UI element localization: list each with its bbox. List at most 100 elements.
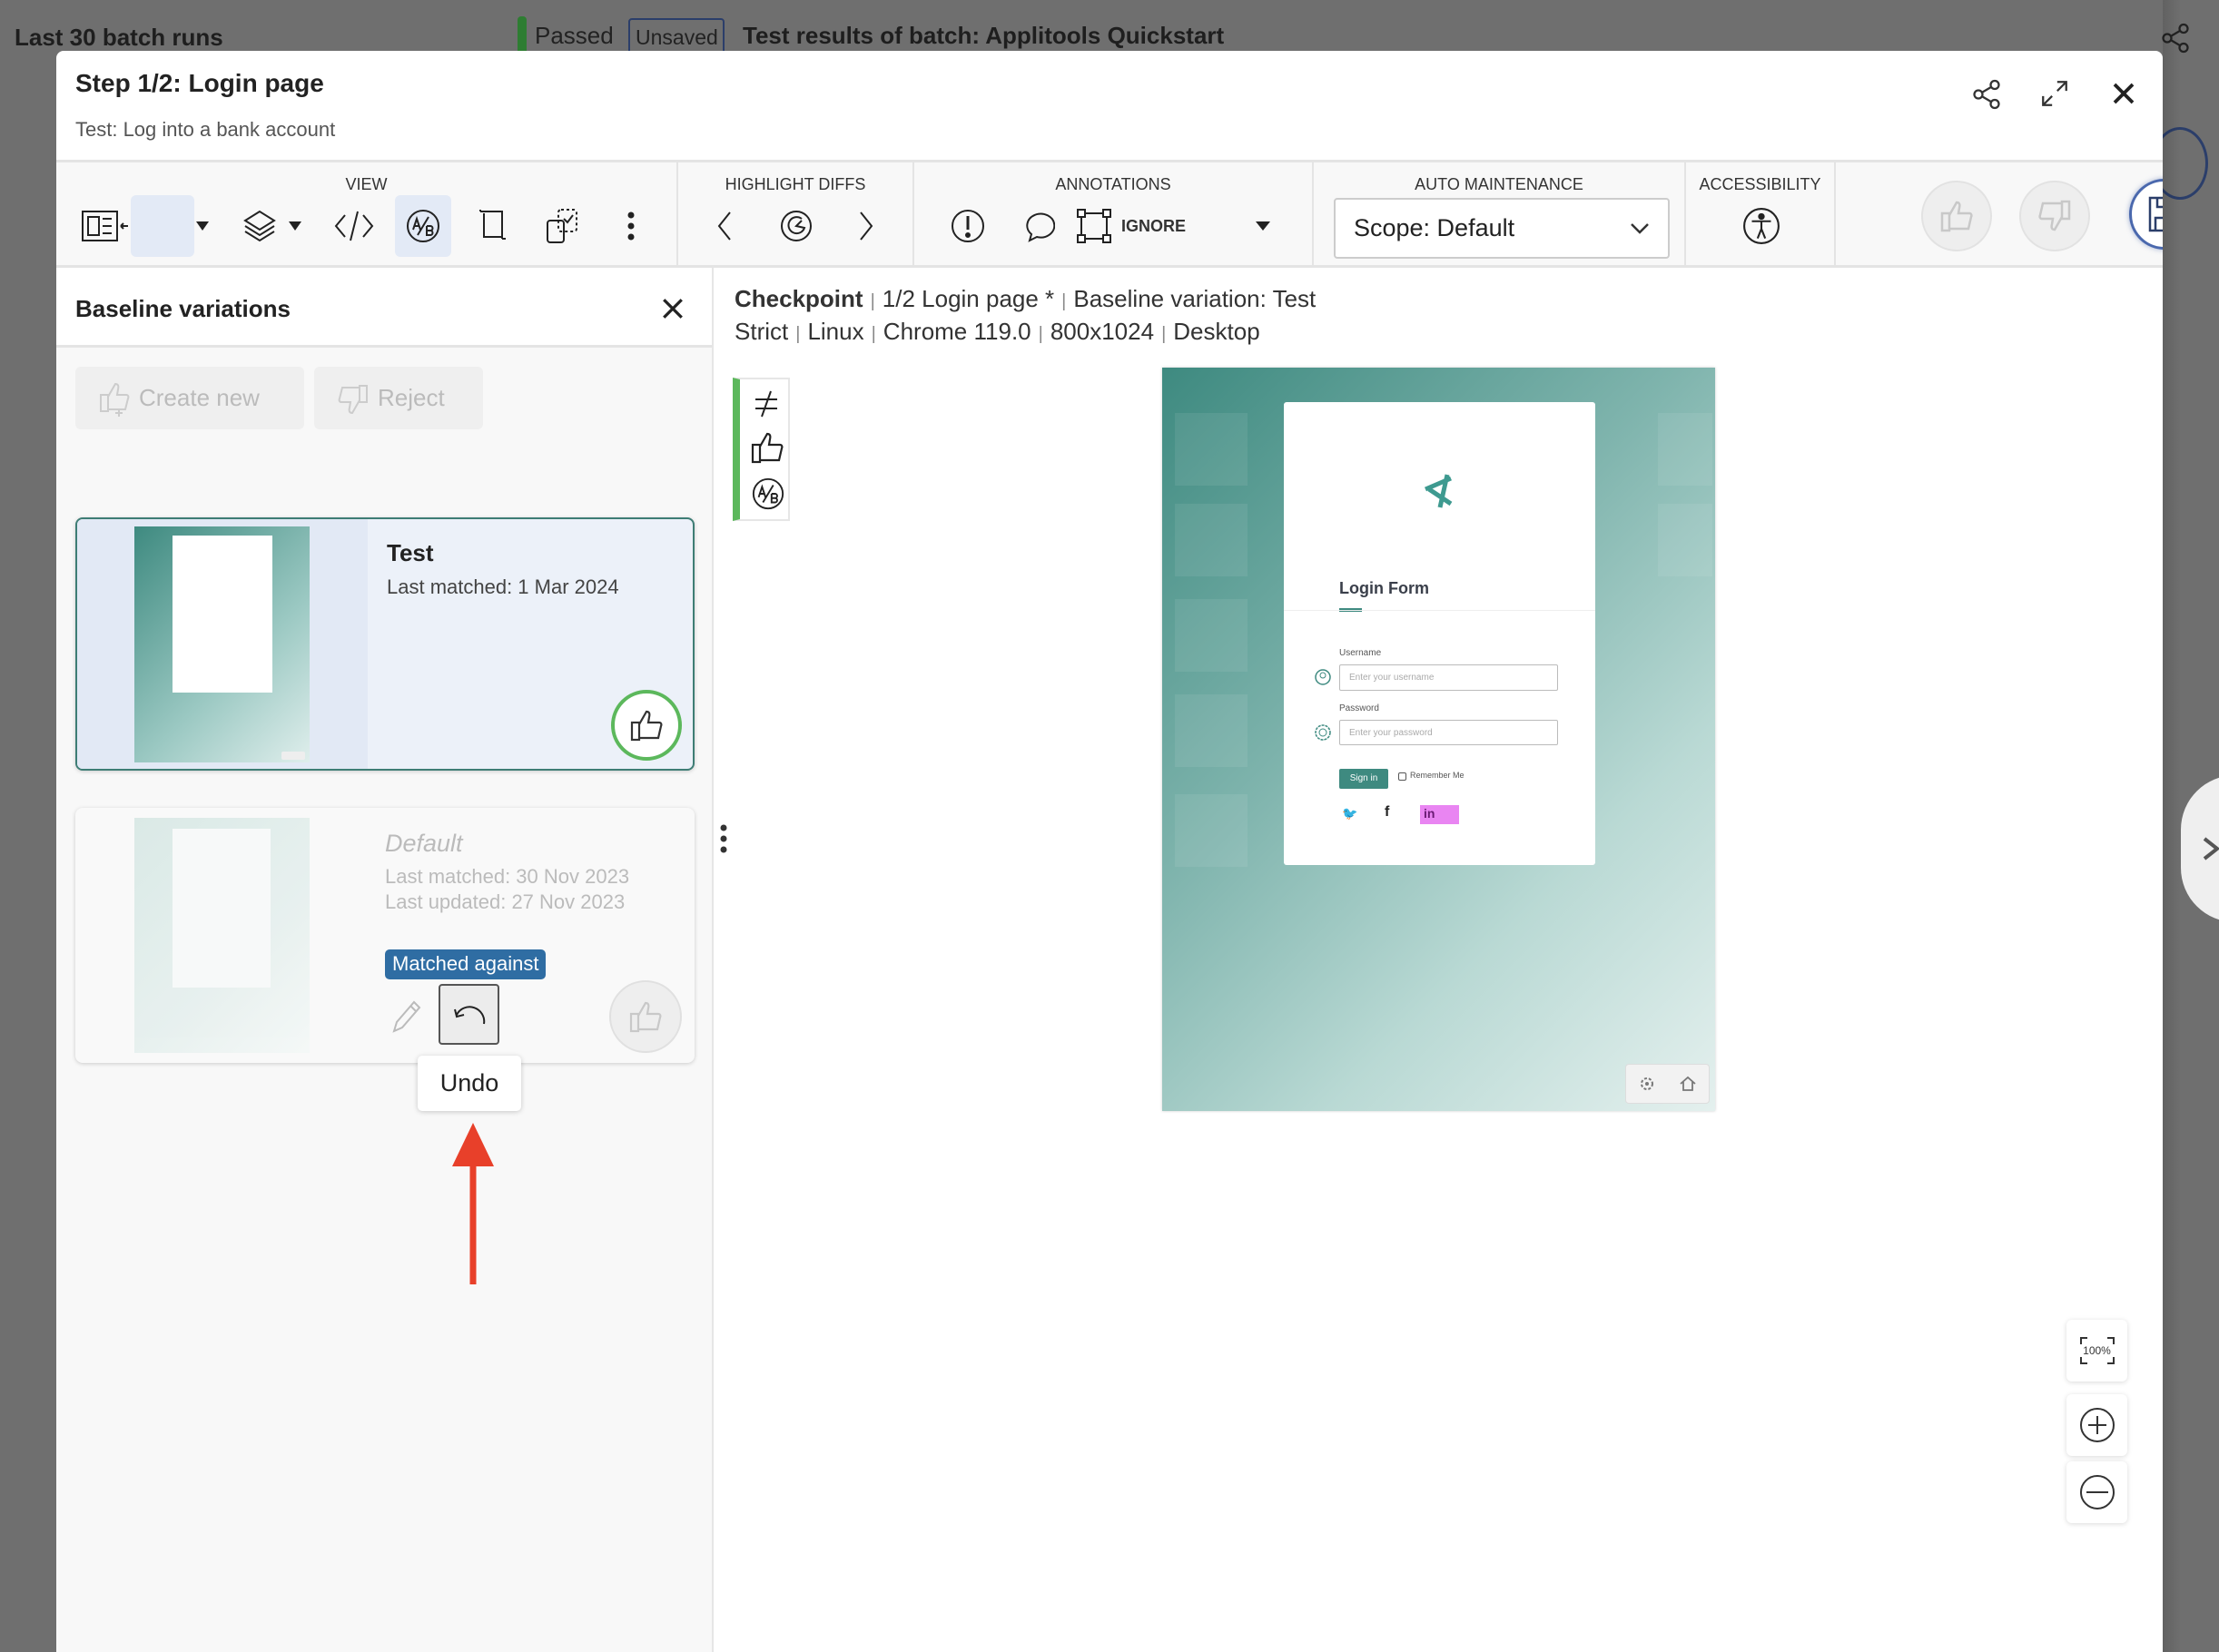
linkedin-icon: in xyxy=(1424,806,1435,821)
highlight-diffs-icon[interactable] xyxy=(768,195,824,257)
chevron-down-icon xyxy=(1631,222,1649,234)
checkpoint-label: Checkpoint xyxy=(735,285,863,312)
remember-checkbox xyxy=(1398,772,1406,781)
variation-name: Test xyxy=(387,539,434,566)
zoom-fit-label: 100% xyxy=(2083,1344,2111,1357)
not-equal-icon xyxy=(753,388,780,419)
undo-icon xyxy=(453,1005,485,1024)
highlight-diffs-label: HIGHLIGHT DIFFS xyxy=(725,175,866,193)
accept-button[interactable] xyxy=(1921,181,1992,251)
checkpoint-screenshot[interactable]: Login Form Username Enter your username … xyxy=(1162,368,1715,1111)
username-field: Enter your username xyxy=(1339,664,1558,691)
previous-diff-icon[interactable] xyxy=(696,195,753,257)
remember-me-label: Remember Me xyxy=(1410,771,1465,780)
scope-select[interactable]: Scope: Default xyxy=(1334,198,1670,259)
home-icon xyxy=(1680,1076,1696,1091)
variation-thumbnail xyxy=(134,526,310,762)
twitter-icon: 🐦 xyxy=(1342,806,1358,821)
diff-highlight: in xyxy=(1420,805,1459,824)
accessibility-section: ACCESSIBILITY xyxy=(1686,162,1836,265)
status-bar xyxy=(518,16,527,54)
fingerprint-icon xyxy=(1315,724,1331,741)
variation-card-test[interactable]: Test Last matched: 1 Mar 2024 xyxy=(75,517,695,771)
create-new-button[interactable]: Create new xyxy=(75,367,304,429)
close-panel-icon[interactable] xyxy=(661,297,685,320)
preview-corner-widget xyxy=(1625,1064,1710,1104)
password-label: Password xyxy=(1339,703,1379,713)
step-status-strip xyxy=(733,378,790,521)
ignore-label: IGNORE xyxy=(1121,216,1187,235)
accept-variation-button[interactable] xyxy=(609,980,682,1053)
close-modal-icon[interactable] xyxy=(2110,80,2137,107)
bug-region-icon[interactable] xyxy=(940,195,996,257)
undo-tooltip: Undo xyxy=(418,1056,521,1111)
red-arrow-annotation xyxy=(452,1123,494,1284)
status-text: Passed xyxy=(535,22,614,49)
modal-title: Step 1/2: Login page xyxy=(75,69,324,97)
checkpoint-info: Checkpoint | 1/2 Login page * | Baseline var… xyxy=(735,285,1317,345)
code-icon[interactable] xyxy=(326,195,382,257)
gear-icon xyxy=(1640,1077,1653,1090)
layers-dropdown-icon[interactable] xyxy=(283,195,307,257)
zoom-in-button[interactable] xyxy=(2066,1394,2127,1456)
device: Desktop xyxy=(1173,318,1260,345)
view-section: VIEW xyxy=(56,162,678,265)
panel-title: Baseline variations xyxy=(75,295,291,322)
create-new-label: Create new xyxy=(139,384,260,411)
layout-dropdown-icon[interactable] xyxy=(191,195,214,257)
baseline-variation: Baseline variation: Test xyxy=(1073,285,1317,312)
comment-icon[interactable] xyxy=(1009,195,1065,257)
more-options-icon[interactable] xyxy=(603,195,659,257)
crop-icon[interactable] xyxy=(465,195,521,257)
share-icon[interactable] xyxy=(1970,78,2003,111)
step-modal: Step 1/2: Login page Test: Log into a ba… xyxy=(56,51,2163,1652)
annotation-dropdown-icon[interactable] xyxy=(1247,195,1279,257)
actions-section xyxy=(1836,162,2163,265)
last-updated: Last updated: 27 Nov 2023 xyxy=(385,890,626,913)
login-form-title: Login Form xyxy=(1339,579,1429,597)
ab-icon xyxy=(751,476,785,512)
accessibility-icon[interactable] xyxy=(1733,195,1790,257)
toolbar: VIEW HIGHLIGHT DIFFS ANNOTATIONS IGNORE xyxy=(56,160,2163,268)
modal-subtitle: Test: Log into a bank account xyxy=(75,118,336,141)
username-label: Username xyxy=(1339,648,1382,658)
password-field: Enter your password xyxy=(1339,720,1558,745)
checkpoint-step: 1/2 Login page * xyxy=(882,285,1055,312)
undo-button[interactable] xyxy=(439,984,499,1045)
variation-thumbnail xyxy=(134,818,310,1053)
variation-card-default[interactable]: Default Last matched: 30 Nov 2023 Last u… xyxy=(75,808,727,1063)
annotations-section: ANNOTATIONS IGNORE xyxy=(914,162,1314,265)
layers-icon[interactable] xyxy=(234,195,291,257)
reject-button[interactable] xyxy=(2019,181,2090,251)
reject-variation-button[interactable]: Reject xyxy=(314,367,483,429)
ab-compare-icon[interactable] xyxy=(395,195,451,257)
auto-maintenance-label: AUTO MAINTENANCE xyxy=(1415,175,1583,193)
match-regions-icon[interactable] xyxy=(534,195,590,257)
scope-value: Scope: Default xyxy=(1354,214,1515,241)
login-card: Login Form Username Enter your username … xyxy=(1284,402,1595,865)
expand-icon[interactable] xyxy=(2039,78,2070,109)
facebook-icon: f xyxy=(1385,804,1390,820)
edit-pencil-icon[interactable] xyxy=(390,998,423,1035)
user-icon xyxy=(1315,669,1331,685)
last-matched: Last matched: 1 Mar 2024 xyxy=(387,575,619,598)
last-matched: Last matched: 30 Nov 2023 xyxy=(385,865,630,888)
next-diff-icon[interactable] xyxy=(838,195,894,257)
thumbs-up-icon xyxy=(749,428,785,467)
thumbs-down-icon xyxy=(338,384,368,414)
variation-menu-icon[interactable] xyxy=(720,824,727,853)
os: Linux xyxy=(807,318,864,345)
ignore-region-icon xyxy=(1077,209,1111,243)
zoom-fit-button[interactable]: 100% xyxy=(2066,1320,2127,1382)
annotations-label: ANNOTATIONS xyxy=(1055,175,1171,193)
view-label: VIEW xyxy=(345,175,388,193)
background-title: Last 30 batch runs xyxy=(15,24,223,51)
zoom-out-button[interactable] xyxy=(2066,1461,2127,1523)
accepted-thumbs-up-icon[interactable] xyxy=(611,690,682,761)
auto-maintenance-section: AUTO MAINTENANCE Scope: Default xyxy=(1314,162,1686,265)
zoom-out-icon xyxy=(2079,1475,2115,1509)
thumbs-up-plus-icon xyxy=(100,382,130,417)
viewport: 800x1024 xyxy=(1050,318,1155,345)
ignore-region-tool[interactable]: IGNORE xyxy=(1076,195,1239,257)
save-button[interactable] xyxy=(2129,179,2163,250)
